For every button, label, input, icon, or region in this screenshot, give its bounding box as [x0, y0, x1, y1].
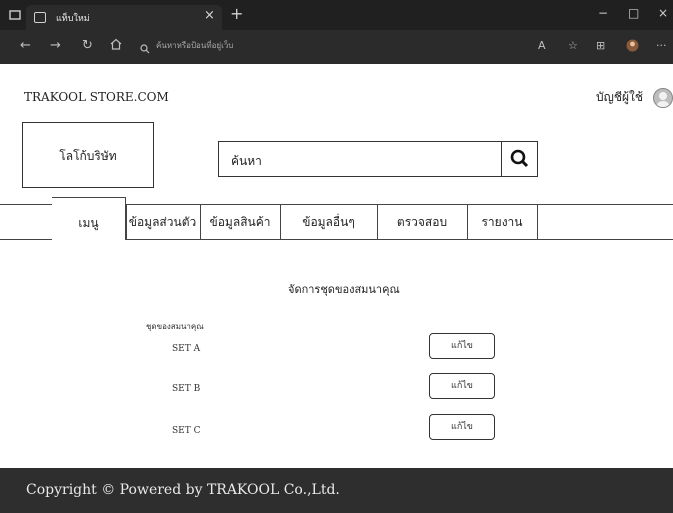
logo-text: โลโก้บริษัท: [59, 149, 117, 163]
address-placeholder: ค้นหาหรือป้อนที่อยู่เว็บ: [156, 41, 234, 50]
address-bar[interactable]: ค้นหาหรือป้อนที่อยู่เว็บ: [136, 35, 556, 57]
tab-report[interactable]: รายงาน: [467, 205, 538, 239]
maximize-icon[interactable]: □: [628, 6, 639, 20]
site-name[interactable]: TRAKOOL STORE.COM: [24, 90, 169, 104]
user-avatar-icon[interactable]: [653, 88, 673, 108]
page-title: จัดการชุดของสมนาคุณ: [288, 283, 400, 296]
search-button[interactable]: [501, 142, 538, 176]
tab-inspect[interactable]: ตรวจสอบ: [377, 205, 468, 239]
forward-icon[interactable]: →: [50, 38, 61, 53]
browser-tab-bar: แท็บใหม่ × + − □ ×: [0, 0, 673, 30]
tab-personal-info[interactable]: ข้อมูลส่วนตัว: [125, 205, 201, 239]
search-box: ค้นหา: [218, 141, 538, 177]
search-input[interactable]: ค้นหา: [231, 152, 262, 171]
collections-icon[interactable]: ⊞: [596, 39, 605, 52]
refresh-icon[interactable]: ↻: [82, 38, 93, 53]
close-window-icon[interactable]: ×: [658, 6, 668, 20]
back-icon[interactable]: ←: [20, 38, 31, 53]
tab-title: แท็บใหม่: [56, 14, 90, 24]
tab-other-info[interactable]: ข้อมูลอื่นๆ: [280, 205, 378, 239]
edit-set-c-button[interactable]: แก้ไข: [429, 414, 495, 440]
more-options-icon[interactable]: ···: [656, 39, 667, 52]
tab-menu[interactable]: เมนู: [52, 197, 126, 240]
minimize-icon[interactable]: −: [598, 6, 608, 20]
new-tab-icon[interactable]: +: [230, 4, 243, 23]
account-label[interactable]: บัญชีผู้ใช้: [596, 88, 643, 107]
edit-set-b-button[interactable]: แก้ไข: [429, 373, 495, 399]
tab-product-info[interactable]: ข้อมูลสินค้า: [200, 205, 281, 239]
search-icon: [140, 39, 150, 58]
favorites-icon[interactable]: ☆: [568, 39, 578, 52]
tab-page-icon: [34, 12, 46, 23]
magnifier-icon: [510, 149, 529, 168]
browser-toolbar: ← → ↻ ค้นหาหรือป้อนที่อยู่เว็บ A ☆ ⊞ ···: [0, 30, 673, 64]
profile-icon[interactable]: [626, 39, 639, 55]
footer: Copyright © Powered by TRAKOOL Co.,Ltd.: [0, 468, 673, 513]
tab-close-icon[interactable]: ×: [204, 8, 215, 23]
window-menu-icon[interactable]: [8, 7, 22, 21]
home-icon[interactable]: [110, 38, 122, 54]
main-nav: เมนู ข้อมูลส่วนตัว ข้อมูลสินค้า ข้อมูลอื…: [0, 197, 673, 240]
edit-set-a-button[interactable]: แก้ไข: [429, 333, 495, 359]
copyright-text: Copyright © Powered by TRAKOOL Co.,Ltd.: [26, 482, 340, 498]
set-name: SET C: [172, 426, 201, 436]
company-logo[interactable]: โลโก้บริษัท: [22, 122, 154, 188]
read-aloud-icon[interactable]: A: [538, 39, 546, 52]
set-name: SET A: [172, 344, 201, 354]
sets-column-label: ชุดของสมนาคุณ: [146, 322, 204, 331]
set-name: SET B: [172, 384, 201, 394]
browser-tab[interactable]: แท็บใหม่ ×: [26, 5, 222, 30]
